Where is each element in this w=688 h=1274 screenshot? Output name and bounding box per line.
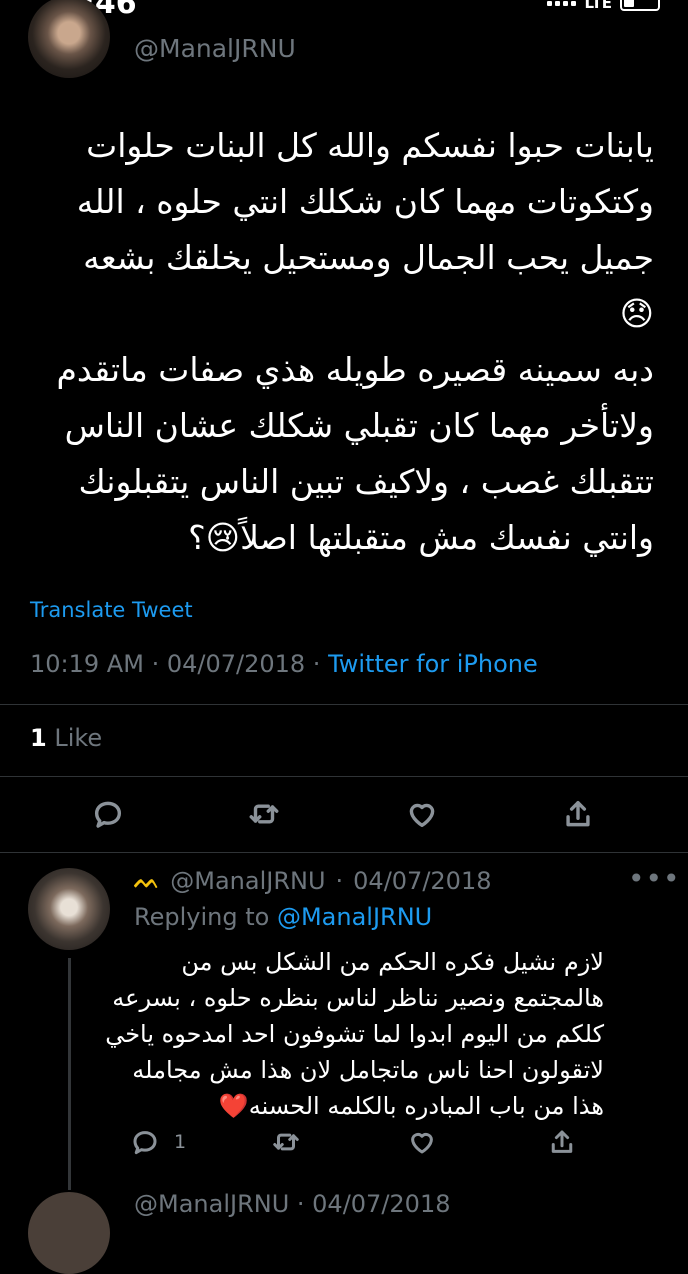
avatar[interactable]	[28, 868, 110, 950]
tweet-text: يابنات حبوا نفسكم والله كل البنات حلوات …	[14, 118, 654, 566]
divider	[0, 704, 688, 705]
reply-icon	[94, 801, 122, 828]
like-icon	[409, 803, 435, 828]
reply-share-button[interactable]	[544, 1124, 580, 1160]
like-icon	[411, 1133, 433, 1154]
avatar[interactable]	[28, 1192, 110, 1274]
tweet-line: دبه سمينه قصيره طويله هذي صفات ماتقدم	[56, 350, 654, 389]
reply-date: 04/07/2018	[353, 867, 492, 895]
network-label: LTE	[584, 0, 612, 12]
more-icon[interactable]: •••	[628, 862, 681, 895]
reply-text: لازم نشيل فكره الحكم من الشكل بس من هالم…	[84, 944, 604, 1124]
likes-label: Like	[54, 724, 103, 752]
like-button[interactable]	[400, 794, 444, 834]
reply-header: ᨓ @ManalJRNU · 04/07/2018	[134, 867, 492, 895]
retweet-button[interactable]	[242, 794, 286, 834]
reply-line: هذا من باب المبادره بالكلمه الحسنه❤️	[218, 1092, 604, 1120]
share-icon	[551, 1130, 573, 1153]
reply-line: لاتقولون احنا ناس ماتجامل لان هذا مش مجا…	[132, 1056, 604, 1084]
tweet-time: 10:19 AM	[30, 650, 144, 678]
battery-icon	[620, 0, 660, 11]
reply-button[interactable]	[86, 794, 130, 834]
replying-mention[interactable]: @ManalJRNU	[277, 903, 432, 931]
tweet-line: جميل يحب الجمال ومستحيل يخلقك بشعه	[83, 238, 654, 277]
reply-line: هالمجتمع ونصير نناظر لناس بنظره حلوه ، ب…	[112, 984, 604, 1012]
likes-summary[interactable]: 1 Like	[30, 724, 102, 752]
status-indicators: LTE	[547, 0, 660, 12]
crown-icon: ᨓ	[134, 868, 161, 894]
tweet-line: تتقبلك غصب ، ولاكيف تبين الناس يتقبلونك	[78, 462, 655, 501]
reply-handle[interactable]: @ManalJRNU	[170, 867, 325, 895]
retweet-icon	[273, 1133, 299, 1151]
tweet-source-link[interactable]: Twitter for iPhone	[328, 650, 538, 678]
retweet-icon	[249, 804, 279, 824]
share-icon	[566, 800, 590, 827]
tweet-meta: 10:19 AM · 04/07/2018 · Twitter for iPho…	[30, 650, 538, 678]
translate-tweet-link[interactable]: Translate Tweet	[30, 598, 193, 622]
share-button[interactable]	[556, 794, 600, 834]
reply-icon	[133, 1131, 157, 1155]
reply-reply-button[interactable]: 1	[130, 1124, 186, 1160]
reply-like-button[interactable]	[404, 1124, 440, 1160]
divider	[0, 776, 688, 777]
tweet-line: وانتي نفسك مش متقبلتها اصلاً😢؟	[188, 518, 654, 557]
reply-line: لازم نشيل فكره الحكم من الشكل بس من	[181, 948, 604, 976]
likes-count: 1	[30, 724, 47, 752]
tweet-line: 😞	[619, 294, 654, 333]
tweet-line: ولاتأخر مهما كان تقبلي شكلك عشان الناس	[64, 406, 654, 445]
reply-line: كلكم من اليوم ابدوا لما تشوفون احد امدحو…	[105, 1020, 604, 1048]
tweet-date: 04/07/2018	[166, 650, 306, 678]
avatar[interactable]	[28, 0, 110, 78]
tweet-line: يابنات حبوا نفسكم والله كل البنات حلوات	[86, 126, 654, 165]
next-reply-header: @ManalJRNU · 04/07/2018	[134, 1190, 451, 1218]
signal-icon	[547, 0, 577, 6]
reply-retweet-button[interactable]	[268, 1124, 304, 1160]
author-handle[interactable]: @ManalJRNU	[134, 34, 296, 63]
reply-count: 1	[174, 1131, 187, 1153]
tweet-line: وكتكوتات مهما كان شكلك انتي حلوه ، الله	[76, 182, 654, 221]
replying-label: Replying to	[134, 903, 270, 931]
replying-to: Replying to @ManalJRNU	[134, 903, 432, 931]
divider	[0, 852, 688, 853]
thread-line	[68, 958, 71, 1190]
